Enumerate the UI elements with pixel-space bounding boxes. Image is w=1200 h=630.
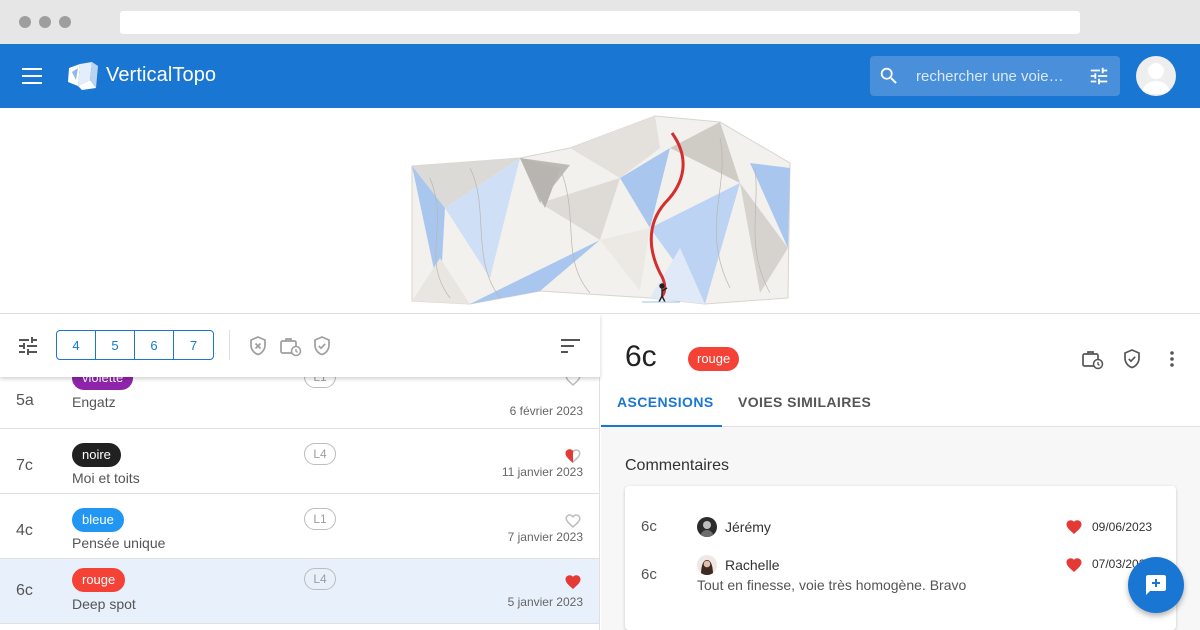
window-maximize-dot[interactable]: [59, 16, 71, 28]
briefcase-clock-icon[interactable]: [278, 334, 302, 358]
route-color-chip: noire: [72, 443, 121, 467]
route-detail-panel: 6c rouge ASCENSIONS VOIES SIMILAIRES Com…: [601, 314, 1200, 630]
search-bar[interactable]: [870, 56, 1120, 96]
heart-outline-icon[interactable]: [564, 377, 582, 388]
grade-filter-4[interactable]: 4: [57, 331, 96, 359]
add-comment-button[interactable]: [1128, 557, 1184, 613]
briefcase-clock-icon[interactable]: [1080, 347, 1104, 371]
route-pitch-badge: L1: [304, 508, 336, 530]
route-pitch-badge: L1: [304, 377, 336, 388]
comment-avatar[interactable]: [697, 517, 717, 537]
route-grade: 6c: [16, 582, 33, 599]
tab-ascensions[interactable]: ASCENSIONS: [601, 384, 722, 427]
detail-tabs: ASCENSIONS VOIES SIMILAIRES: [601, 384, 1200, 427]
route-row-selected[interactable]: 6c rouge Deep spot L4 5 janvier 2023: [0, 559, 599, 624]
heart-outline-icon[interactable]: [564, 512, 582, 530]
tune-icon[interactable]: [1088, 65, 1110, 87]
route-name: Engatz: [72, 394, 116, 410]
grade-filter-7[interactable]: 7: [174, 331, 213, 359]
grade-filter-5[interactable]: 5: [96, 331, 135, 359]
comment-username[interactable]: Jérémy: [725, 519, 771, 535]
logo-icon: [68, 62, 98, 90]
comment-date: 09/06/2023: [1092, 520, 1153, 534]
heart-half-icon[interactable]: [564, 447, 582, 465]
route-list: 5a violette Engatz L1 6 février 2023 7c …: [0, 377, 600, 630]
shield-check-icon[interactable]: [310, 334, 334, 358]
toolbar-divider: [229, 330, 230, 360]
route-color-chip: bleue: [72, 508, 124, 532]
route-color-chip: rouge: [72, 568, 126, 592]
route-grade: 7c: [16, 457, 33, 474]
app-title[interactable]: VerticalTopo: [106, 64, 216, 87]
detail-grade: 6c: [625, 340, 657, 373]
sort-icon[interactable]: [560, 336, 582, 356]
heart-filled-icon[interactable]: [1065, 556, 1083, 574]
route-date: 7 janvier 2023: [507, 530, 583, 544]
window-minimize-dot[interactable]: [39, 16, 51, 28]
route-name: Deep spot: [72, 596, 136, 612]
route-row[interactable]: 5a violette Engatz L1 6 février 2023: [0, 377, 599, 429]
comments-title: Commentaires: [625, 457, 730, 474]
grade-filter-group: 4 5 6 7: [56, 330, 214, 360]
route-name: Moi et toits: [72, 470, 140, 486]
detail-color-chip: rouge: [688, 347, 740, 371]
route-grade: 4c: [16, 522, 33, 539]
tab-similar-routes[interactable]: VOIES SIMILAIRES: [722, 384, 887, 427]
shield-x-icon[interactable]: [246, 334, 270, 358]
filter-toolbar: 4 5 6 7: [0, 314, 600, 377]
tune-icon[interactable]: [16, 334, 40, 358]
person-icon: [1141, 63, 1171, 94]
comments-card: 6c Jérémy 09/06/2023 6c Rachelle Tout en…: [625, 486, 1176, 630]
search-input[interactable]: [916, 56, 1076, 96]
heart-filled-icon[interactable]: [564, 573, 582, 591]
menu-icon[interactable]: [22, 68, 42, 84]
browser-chrome: [0, 0, 1200, 44]
comment-grade: 6c: [641, 566, 657, 583]
topo-illustration: [0, 108, 1200, 314]
comment-avatar[interactable]: [697, 555, 717, 575]
route-date: 11 janvier 2023: [501, 465, 583, 479]
route-color-chip: violette: [72, 377, 134, 390]
route-date: 5 janvier 2023: [507, 595, 583, 609]
route-name: Pensée unique: [72, 535, 166, 551]
route-pitch-badge: L4: [304, 443, 336, 465]
more-vert-icon[interactable]: [1160, 347, 1184, 371]
add-comment-icon: [1146, 575, 1166, 595]
address-bar[interactable]: [120, 11, 1080, 34]
grade-filter-6[interactable]: 6: [135, 331, 174, 359]
climbing-wall-image: [411, 115, 791, 305]
comment-grade: 6c: [641, 518, 657, 535]
route-row[interactable]: 7c noire Moi et toits L4 11 janvier 2023: [0, 429, 599, 494]
route-row[interactable]: 4c bleue Pensée unique L1 7 janvier 2023: [0, 494, 599, 559]
shield-check-icon[interactable]: [1120, 347, 1144, 371]
search-icon: [880, 67, 897, 84]
route-grade: 5a: [16, 392, 34, 409]
route-pitch-badge: L4: [304, 568, 336, 590]
route-date: 6 février 2023: [509, 404, 583, 418]
app-bar: VerticalTopo: [0, 44, 1200, 108]
comment-username[interactable]: Rachelle: [725, 557, 779, 573]
comment-text: Tout en finesse, voie très homogène. Bra…: [697, 577, 967, 593]
user-avatar[interactable]: [1136, 56, 1176, 96]
window-close-dot[interactable]: [19, 16, 31, 28]
heart-filled-icon[interactable]: [1065, 518, 1083, 536]
